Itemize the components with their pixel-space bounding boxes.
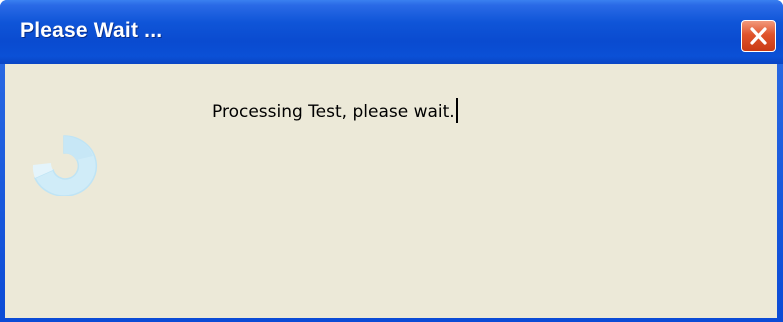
- close-icon: [750, 27, 767, 45]
- window-title: Please Wait ...: [20, 19, 163, 42]
- please-wait-dialog: Please Wait ... Processing Test, please …: [0, 0, 783, 322]
- status-message: Processing Test, please wait.: [212, 98, 458, 123]
- dialog-body: Processing Test, please wait.: [5, 64, 777, 318]
- text-caret: [455, 98, 458, 123]
- title-bar[interactable]: Please Wait ...: [0, 0, 783, 64]
- close-button[interactable]: [741, 20, 776, 52]
- spinner-icon: [27, 130, 103, 197]
- status-message-text: Processing Test, please wait.: [212, 102, 455, 122]
